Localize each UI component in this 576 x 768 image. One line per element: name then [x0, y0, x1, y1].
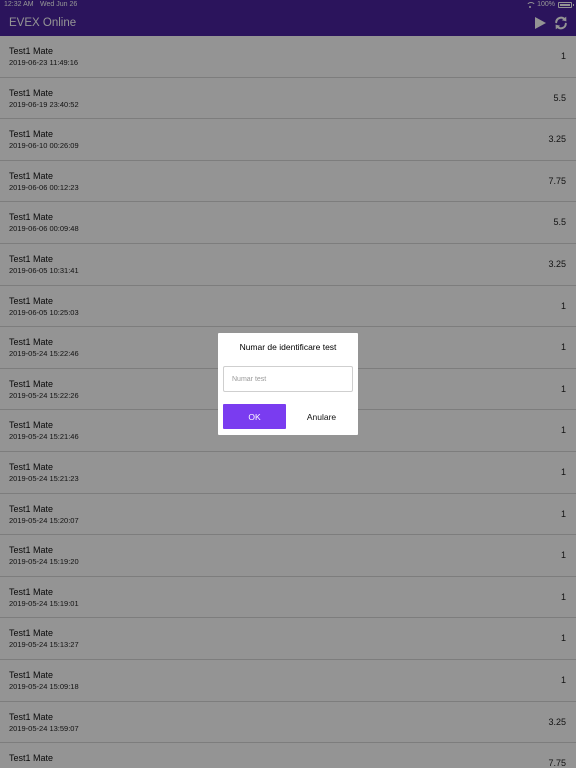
app-screen: 12:32 AM Wed Jun 26 100% EVEX Online Tes…: [0, 0, 576, 768]
test-id-dialog: Numar de identificare test OK Anulare: [218, 333, 358, 435]
test-number-input[interactable]: [223, 366, 353, 392]
ok-button[interactable]: OK: [223, 404, 286, 429]
dialog-title: Numar de identificare test: [239, 342, 337, 352]
cancel-button[interactable]: Anulare: [290, 404, 353, 429]
